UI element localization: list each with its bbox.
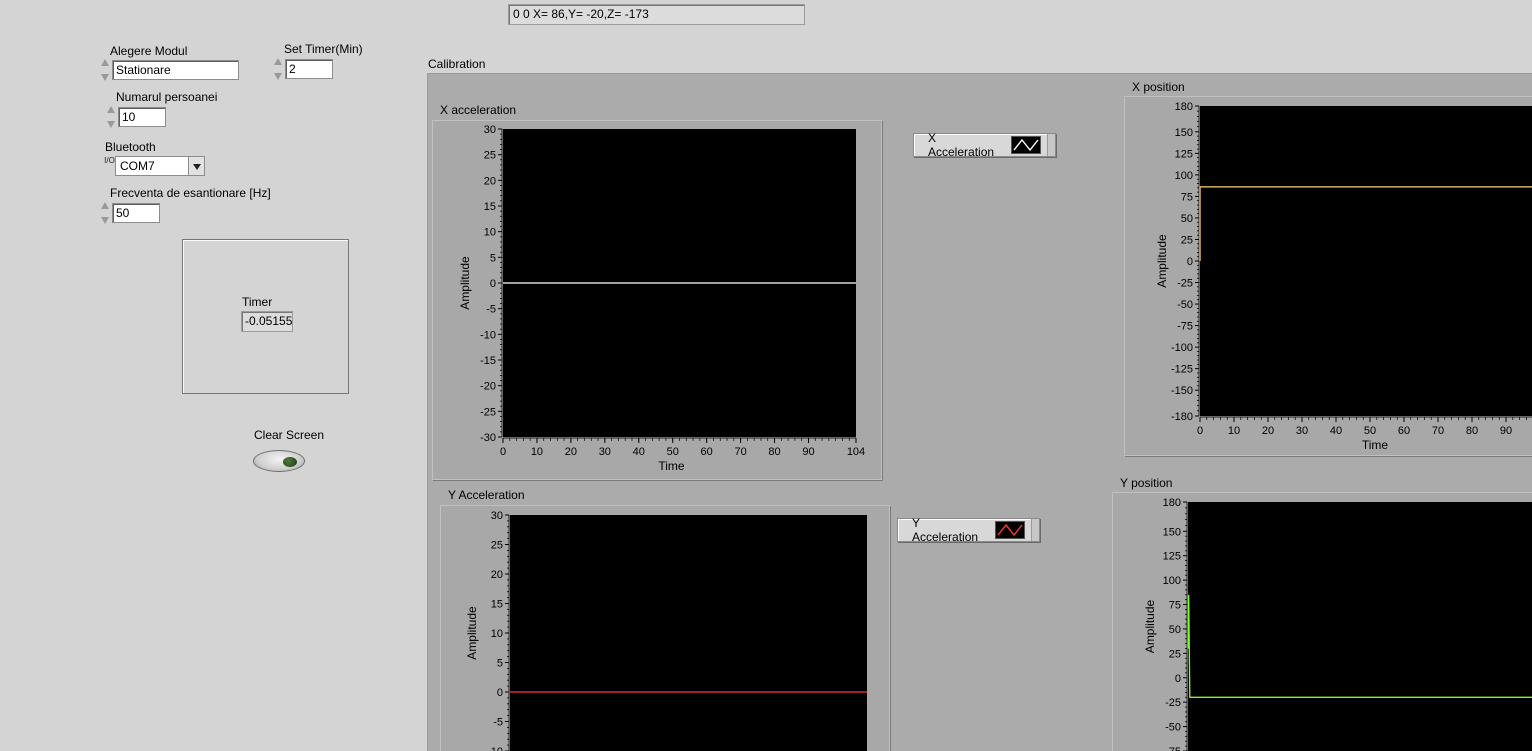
- alegere-modul-field[interactable]: Stationare: [112, 60, 239, 80]
- x-acceleration-title: X acceleration: [440, 103, 517, 117]
- y-legend-line: [997, 523, 1023, 537]
- y-acceleration-title: Y Acceleration: [448, 488, 525, 502]
- timer-value: -0.05155: [245, 314, 293, 328]
- numarul-persoanei-field[interactable]: 10: [118, 107, 166, 127]
- set-timer-spinner[interactable]: [274, 58, 283, 80]
- led-indicator-icon: [283, 457, 297, 467]
- numarul-persoanei-control[interactable]: 10: [107, 106, 166, 128]
- status-readout: 0 0 X= 86,Y= -20,Z= -173: [508, 4, 805, 25]
- chevron-down-icon[interactable]: [188, 156, 205, 176]
- bluetooth-label: Bluetooth: [105, 140, 156, 154]
- numarul-persoanei-label: Numarul persoanei: [116, 90, 218, 104]
- alegere-modul-spinner[interactable]: [101, 59, 110, 81]
- x-acceleration-frame: [432, 120, 882, 480]
- bluetooth-com-select[interactable]: I/O COM7: [104, 156, 205, 176]
- y-position-title: Y position: [1120, 476, 1173, 490]
- x-acceleration-legend[interactable]: X Acceleration: [913, 131, 1056, 159]
- plot-line-icon[interactable]: [1011, 136, 1042, 154]
- alegere-modul-control[interactable]: Stationare: [101, 59, 239, 81]
- io-icon: I/O: [104, 156, 115, 165]
- frecventa-control[interactable]: 50: [101, 202, 160, 224]
- frecventa-spinner[interactable]: [101, 202, 110, 224]
- timer-indicator: -0.05155: [241, 311, 293, 332]
- set-timer-control[interactable]: 2: [274, 58, 333, 80]
- set-timer-label: Set Timer(Min): [284, 42, 363, 56]
- plot-line-icon[interactable]: [995, 521, 1026, 539]
- x-position-frame: [1124, 96, 1532, 456]
- tab-calibration[interactable]: Calibration: [428, 57, 485, 71]
- frecventa-field[interactable]: 50: [112, 203, 160, 223]
- numarul-persoanei-spinner[interactable]: [107, 106, 116, 128]
- status-text: 0 0 X= 86,Y= -20,Z= -173: [513, 7, 649, 21]
- y-position-frame: [1112, 492, 1532, 751]
- set-timer-field[interactable]: 2: [285, 59, 333, 79]
- frecventa-label: Frecventa de esantionare [Hz]: [110, 186, 271, 200]
- x-legend-line: [1013, 138, 1039, 152]
- y-acceleration-legend[interactable]: Y Acceleration: [897, 516, 1040, 544]
- x-position-title: X position: [1132, 80, 1185, 94]
- legend-edge: [1047, 134, 1055, 156]
- y-acceleration-frame: [440, 505, 890, 751]
- legend-edge: [1031, 519, 1039, 541]
- bluetooth-com-value[interactable]: COM7: [115, 156, 189, 176]
- alegere-modul-label: Alegere Modul: [110, 44, 188, 58]
- clear-screen-button[interactable]: [253, 450, 305, 472]
- timer-label: Timer: [242, 295, 273, 309]
- y-acceleration-legend-label: Y Acceleration: [912, 516, 979, 544]
- x-acceleration-legend-label: X Acceleration: [928, 131, 995, 159]
- clear-screen-label: Clear Screen: [254, 428, 325, 442]
